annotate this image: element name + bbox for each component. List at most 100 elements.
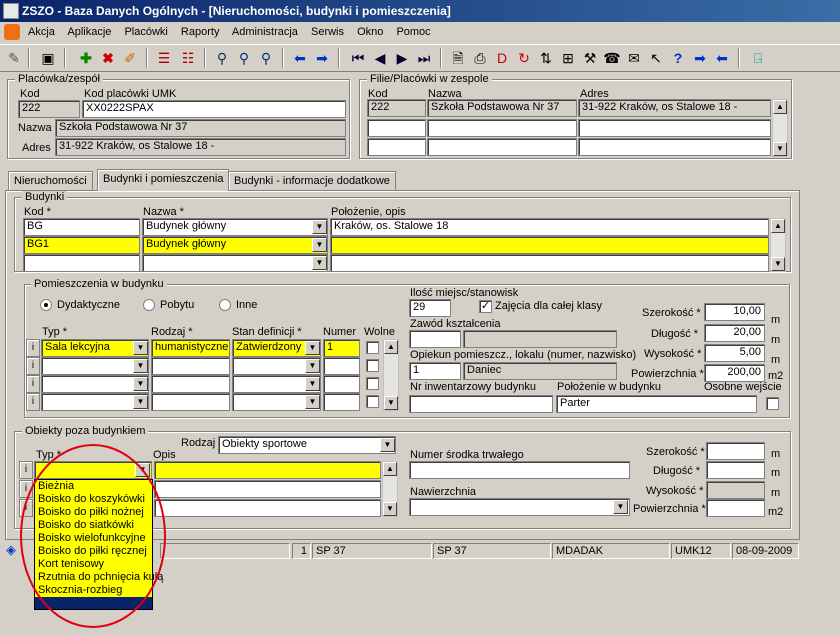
dropdown-option[interactable]: Boisko wielofunkcyjne [35,532,152,545]
radio-inne[interactable] [219,299,231,311]
pom-rodzaj-select[interactable] [151,375,230,393]
chevron-down-icon[interactable]: ▼ [133,341,148,355]
nawierzchnia-select[interactable] [409,498,630,516]
pom-rodzaj-select[interactable] [151,393,230,411]
chevron-down-icon[interactable]: ▼ [305,359,320,373]
row-selector[interactable]: i [26,357,40,375]
pom-wolne-checkbox[interactable] [366,341,379,354]
tab-budynki-pomieszczenia[interactable]: Budynki i pomieszczenia [97,169,230,191]
search-help-icon[interactable]: ⚲ [256,48,276,68]
back-icon[interactable]: ⬅ [712,48,732,68]
chevron-down-icon[interactable]: ▼ [312,256,327,270]
dropdown-option[interactable]: Skocznia-rozbieg [35,584,152,597]
filie-scrollbar[interactable]: ▲ ▼ [772,99,788,157]
search-icon[interactable]: ⚲ [212,48,232,68]
menu-okno[interactable]: Okno [357,26,383,38]
pomieszczenia-scrollbar[interactable]: ▲ ▼ [383,339,399,411]
opiekun-nr-field[interactable]: 1 [409,362,461,380]
menu-raporty[interactable]: Raporty [181,26,220,38]
edit-icon[interactable]: ✐ [120,48,140,68]
zawod-kod-field[interactable] [409,330,461,348]
exit-icon[interactable]: ⍈ [748,48,768,68]
refresh-icon[interactable]: ↻ [514,48,534,68]
tree-icon[interactable]: ⊞ [558,48,578,68]
budynek-kod-field[interactable] [23,254,140,272]
budynek-opis-field[interactable]: Kraków, os. Stalowe 18 [330,218,769,236]
obiekty-opis-field[interactable] [154,480,381,498]
delete-icon[interactable]: ✖ [98,48,118,68]
arrow-left-icon[interactable]: ⬅ [290,48,310,68]
chevron-down-icon[interactable]: ▼ [133,377,148,391]
nr-inwentarzowy-field[interactable] [409,395,553,413]
pom-numer-field[interactable] [323,375,360,393]
budynek-nazwa-select[interactable]: Budynek główny [142,218,328,236]
budynek-opis-field[interactable] [330,236,769,254]
search-next-icon[interactable]: ⚲ [234,48,254,68]
scroll-down-icon[interactable]: ▼ [773,142,787,156]
row-selector[interactable]: i [19,461,33,479]
chevron-down-icon[interactable]: ▼ [305,377,320,391]
tab-budynki-info[interactable]: Budynki - informacje dodatkowe [228,171,396,191]
wysokosc-field[interactable]: 5,00 [704,344,765,362]
budynki-scrollbar[interactable]: ▲ ▼ [770,218,786,272]
scroll-down-icon[interactable]: ▼ [383,502,397,516]
row-selector[interactable]: i [19,480,33,498]
filie-empty-cell[interactable] [578,119,771,137]
menu-aplikacje[interactable]: Aplikacje [67,26,111,38]
menu-administracja[interactable]: Administracja [232,26,298,38]
filie-row-kod[interactable]: 222 [367,99,426,117]
pom-wolne-checkbox[interactable] [366,377,379,390]
numer-srodka-field[interactable] [409,461,630,479]
scroll-down-icon[interactable]: ▼ [771,257,785,271]
polozenie-select[interactable]: Parter [556,395,757,413]
print-icon[interactable]: ⎙ [470,48,490,68]
filie-empty-cell[interactable] [427,138,577,156]
row-selector[interactable]: i [26,393,40,411]
pointer-help-icon[interactable]: ↖ [646,48,666,68]
chevron-down-icon[interactable]: ▼ [380,438,395,452]
scroll-up-icon[interactable]: ▲ [773,100,787,114]
sort-icon[interactable]: ⇅ [536,48,556,68]
budynek-nazwa-select[interactable] [142,254,328,272]
scroll-up-icon[interactable]: ▲ [771,219,785,233]
phone-icon[interactable]: ☎ [602,48,622,68]
menu-pomoc[interactable]: Pomoc [396,26,430,38]
filie-empty-cell[interactable] [367,119,426,137]
osobne-wejscie-checkbox[interactable] [766,397,779,410]
chevron-down-icon[interactable]: ▼ [133,359,148,373]
row-selector[interactable]: i [19,499,33,517]
dropdown-option[interactable]: Boisko do koszykówki [35,493,152,506]
filter-icon[interactable]: D [492,48,512,68]
row-selector[interactable]: i [26,339,40,357]
pom-wolne-checkbox[interactable] [366,359,379,372]
last-record-icon[interactable]: ⏭ [414,48,434,68]
chevron-down-icon[interactable]: ▼ [312,238,327,252]
powierzchnia-field[interactable]: 200,00 [704,364,765,382]
chevron-down-icon[interactable]: ▼ [305,341,320,355]
chevron-down-icon[interactable]: ▼ [613,500,628,514]
dlugosc-field[interactable]: 20,00 [704,324,765,342]
obiekty-scrollbar[interactable]: ▲ ▼ [382,461,398,517]
scroll-up-icon[interactable]: ▲ [383,462,397,476]
obiekty-dlugosc-field[interactable] [706,461,765,479]
dropdown-option[interactable]: Boisko do siatkówki [35,519,152,532]
pom-numer-field[interactable] [323,357,360,375]
szerokosc-field[interactable]: 10,00 [704,303,765,321]
arrow-right-icon[interactable]: ➡ [312,48,332,68]
filie-empty-cell[interactable] [427,119,577,137]
scroll-up-icon[interactable]: ▲ [384,340,398,354]
chevron-down-icon[interactable]: ▼ [312,220,327,234]
help-icon[interactable]: ? [668,48,688,68]
obiekty-opis-field[interactable] [154,499,381,517]
radio-pobytu[interactable] [143,299,155,311]
dropdown-option[interactable]: Boisko do piłki nożnej [35,506,152,519]
row-selector[interactable]: i [26,375,40,393]
filie-row-adres[interactable]: 31-922 Kraków, os Stalowe 18 - [578,99,771,117]
scroll-down-icon[interactable]: ▼ [384,396,398,410]
typ-dropdown-list[interactable]: Bieżnia Boisko do koszykówki Boisko do p… [34,479,163,610]
delete-row-icon[interactable]: ☷ [178,48,198,68]
obiekty-szerokosc-field[interactable] [706,442,765,460]
obiekty-rodzaj-select[interactable]: Obiekty sportowe [218,436,396,454]
menu-placowki[interactable]: Placówki [124,26,167,38]
dropdown-selected-blank[interactable] [35,597,152,609]
